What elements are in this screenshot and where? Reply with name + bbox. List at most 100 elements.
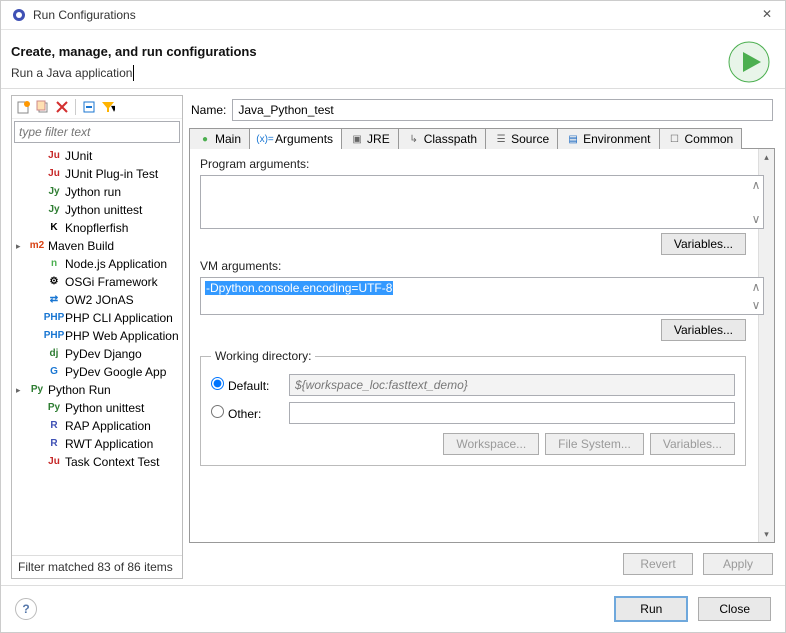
tree-item-label: PyDev Google App: [65, 364, 166, 380]
tree-item-label: OW2 JOnAS: [65, 292, 134, 308]
tree-item[interactable]: RRWT Application: [12, 435, 182, 453]
config-type-icon: PHP: [46, 310, 62, 326]
config-type-icon: dj: [46, 346, 62, 362]
tree-item-label: Knopflerfish: [65, 220, 128, 236]
revert-button[interactable]: Revert: [623, 553, 693, 575]
config-tree[interactable]: JuJUnitJuJUnit Plug-in TestJyJython runJ…: [12, 145, 182, 555]
tree-item-label: Python unittest: [65, 400, 144, 416]
titlebar: Run Configurations ✕: [1, 1, 785, 30]
duplicate-icon[interactable]: [35, 99, 51, 115]
dialog-header: Create, manage, and run configurations R…: [1, 30, 785, 88]
tree-item[interactable]: JyJython unittest: [12, 201, 182, 219]
collapse-all-icon[interactable]: [81, 99, 97, 115]
tree-item[interactable]: ⚙OSGi Framework: [12, 273, 182, 291]
tab-main[interactable]: ●Main: [189, 128, 250, 149]
working-dir-label: Working directory:: [211, 349, 315, 363]
tree-item[interactable]: JuJUnit Plug-in Test: [12, 165, 182, 183]
tab-icon: ▣: [350, 132, 364, 146]
default-radio[interactable]: [211, 377, 224, 390]
tree-item-label: RAP Application: [65, 418, 151, 434]
config-type-icon: R: [46, 418, 62, 434]
close-icon[interactable]: ✕: [759, 7, 775, 23]
tab-label: Source: [511, 132, 549, 146]
config-type-icon: G: [46, 364, 62, 380]
config-type-icon: PHP: [46, 328, 62, 344]
tree-item-label: Python Run: [48, 382, 111, 398]
vm-args-variables-button[interactable]: Variables...: [661, 319, 746, 341]
config-type-icon: K: [46, 220, 62, 236]
close-button[interactable]: Close: [698, 597, 771, 621]
expand-arrow-icon[interactable]: ▸: [16, 382, 26, 398]
tab-arguments[interactable]: (x)=Arguments: [249, 128, 342, 149]
dialog-footer: ? Run Close: [1, 585, 785, 632]
tab-label: JRE: [367, 132, 390, 146]
tree-item[interactable]: PHPPHP Web Application: [12, 327, 182, 345]
tree-item[interactable]: ▸PyPython Run: [12, 381, 182, 399]
tree-item-label: PyDev Django: [65, 346, 142, 362]
tree-item[interactable]: KKnopflerfish: [12, 219, 182, 237]
program-args-label: Program arguments:: [200, 157, 764, 171]
header-subtitle: Run a Java application: [11, 65, 134, 81]
eclipse-icon: [11, 7, 27, 23]
tree-item[interactable]: ⇄OW2 JOnAS: [12, 291, 182, 309]
apply-button[interactable]: Apply: [703, 553, 773, 575]
filter-status: Filter matched 83 of 86 items: [12, 555, 182, 578]
tree-item-label: OSGi Framework: [65, 274, 158, 290]
config-type-icon: Ju: [46, 166, 62, 182]
program-args-variables-button[interactable]: Variables...: [661, 233, 746, 255]
dialog-body: ▾ JuJUnitJuJUnit Plug-in TestJyJython ru…: [1, 88, 785, 585]
tab-icon: ☰: [494, 132, 508, 146]
new-config-icon[interactable]: [16, 99, 32, 115]
tab-icon: ↳: [407, 132, 421, 146]
tree-item[interactable]: djPyDev Django: [12, 345, 182, 363]
tree-item-label: Node.js Application: [65, 256, 167, 272]
name-label: Name:: [191, 103, 226, 117]
tree-item-label: PHP Web Application: [65, 328, 179, 344]
tree-item[interactable]: nNode.js Application: [12, 255, 182, 273]
tree-item[interactable]: PHPPHP CLI Application: [12, 309, 182, 327]
tree-item-label: JUnit: [65, 148, 92, 164]
tree-item[interactable]: PyPython unittest: [12, 399, 182, 417]
name-input[interactable]: [232, 99, 773, 121]
vm-args-input[interactable]: -Dpython.console.encoding=UTF-8 ∧∨: [200, 277, 764, 315]
other-radio[interactable]: [211, 405, 224, 418]
tree-item[interactable]: JyJython run: [12, 183, 182, 201]
filesystem-button[interactable]: File System...: [545, 433, 644, 455]
tab-icon: ▤: [566, 132, 580, 146]
tree-item-label: Maven Build: [48, 238, 114, 254]
run-button[interactable]: Run: [614, 596, 688, 622]
toolbar-separator: [75, 99, 76, 115]
config-type-icon: ⇄: [46, 292, 62, 308]
tab-common[interactable]: ☐Common: [659, 128, 743, 149]
tree-item[interactable]: JuJUnit: [12, 147, 182, 165]
tree-item[interactable]: GPyDev Google App: [12, 363, 182, 381]
filter-input[interactable]: [14, 121, 180, 143]
help-icon[interactable]: ?: [15, 598, 37, 620]
default-radio-label[interactable]: Default:: [211, 377, 281, 393]
tab-source[interactable]: ☰Source: [485, 128, 558, 149]
filter-menu-icon[interactable]: ▾: [100, 99, 116, 115]
tab-environment[interactable]: ▤Environment: [557, 128, 659, 149]
expand-arrow-icon[interactable]: ▸: [16, 238, 26, 254]
other-radio-label[interactable]: Other:: [211, 405, 281, 421]
tree-item[interactable]: ▸m2Maven Build: [12, 237, 182, 255]
tab-icon: ●: [198, 132, 212, 146]
tab-classpath[interactable]: ↳Classpath: [398, 128, 486, 149]
program-args-input[interactable]: ∧∨: [200, 175, 764, 229]
config-type-icon: R: [46, 436, 62, 452]
tree-item-label: PHP CLI Application: [65, 310, 173, 326]
delete-icon[interactable]: [54, 99, 70, 115]
tree-toolbar: ▾: [12, 96, 182, 119]
workdir-variables-button[interactable]: Variables...: [650, 433, 735, 455]
tree-item[interactable]: JuTask Context Test: [12, 453, 182, 471]
tree-item[interactable]: RRAP Application: [12, 417, 182, 435]
tree-item-label: JUnit Plug-in Test: [65, 166, 158, 182]
other-workdir-input[interactable]: [289, 402, 735, 424]
config-type-icon: Ju: [46, 454, 62, 470]
tab-jre[interactable]: ▣JRE: [341, 128, 399, 149]
default-workdir-input: [289, 374, 735, 396]
config-tabs: ●Main(x)=Arguments▣JRE↳Classpath☰Source▤…: [189, 127, 775, 149]
workspace-button[interactable]: Workspace...: [443, 433, 539, 455]
config-type-icon: n: [46, 256, 62, 272]
tree-item-label: Task Context Test: [65, 454, 160, 470]
